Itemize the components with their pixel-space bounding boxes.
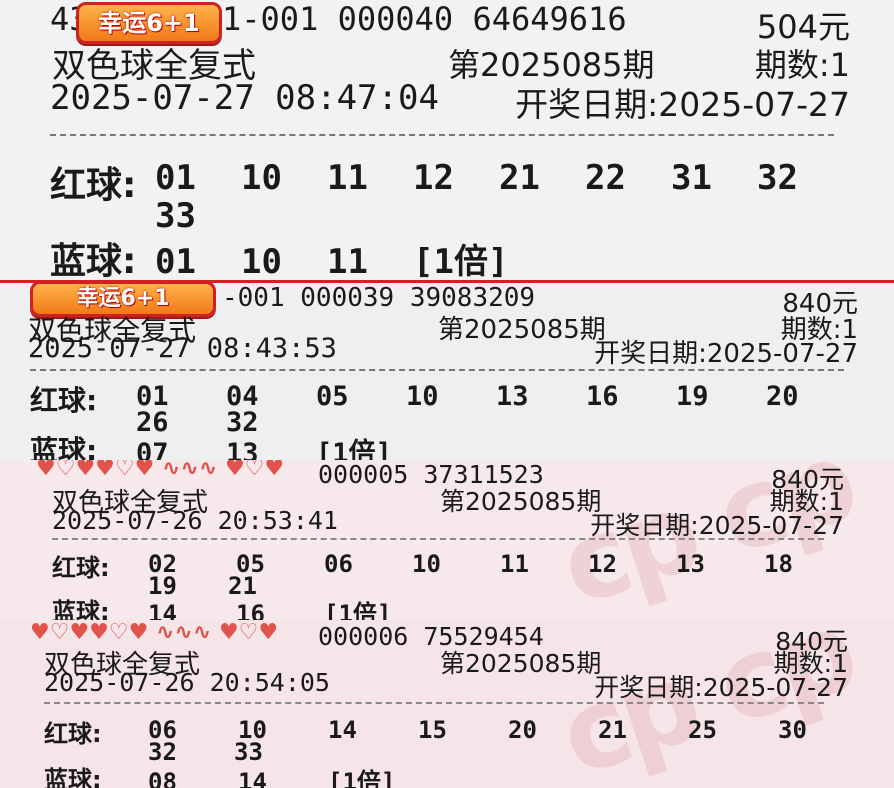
red-ball: 20 xyxy=(508,716,537,744)
blue-ball: 01 xyxy=(155,242,196,280)
multiplier: [1倍] xyxy=(324,600,392,620)
ticket-1-datetime: 2025-07-27 08:47:04 xyxy=(50,78,439,118)
ticket-1: 43 幸运6+1 1-001 000040 64649616 504元 双色球全… xyxy=(0,0,894,280)
blue-ball: 13 xyxy=(226,438,259,460)
ticket-1-red-balls: 01 10 11 12 21 22 31 32 xyxy=(155,158,817,198)
ticket-3-blue-balls: 14 16 [1倍] xyxy=(148,594,391,620)
ticket-3-draw-date: 开奖日期:2025-07-27 xyxy=(590,511,844,540)
blue-ball: 14 xyxy=(238,768,267,788)
ticket-3: cp cp ♥♡♥♥♡♥ ∿∿∿ ♥♡♥ 000005 37311523 840… xyxy=(0,460,894,620)
blue-ball: 16 xyxy=(236,600,265,620)
ticket-4-datetime: 2025-07-26 20:54:05 xyxy=(44,668,330,697)
red-ball: 14 xyxy=(328,716,357,744)
red-ball: 01 xyxy=(155,158,196,198)
multiplier: [1倍] xyxy=(413,242,509,280)
ticket-1-red-label: 红球: xyxy=(50,165,137,206)
divider xyxy=(44,702,824,704)
red-ball: 22 xyxy=(585,158,626,198)
ticket-2-datetime: 2025-07-27 08:43:53 xyxy=(28,333,337,364)
ticket-4-blue-balls: 08 14 [1倍] xyxy=(148,762,395,788)
blue-ball: 14 xyxy=(148,600,177,620)
heart-decoration-icon: ♥♡♥♥♡♥ ∿∿∿ ♥♡♥ xyxy=(30,620,279,645)
red-ball: 25 xyxy=(688,716,717,744)
ticket-3-blue-label: 蓝球: xyxy=(52,598,110,620)
red-ball: 06 xyxy=(324,550,353,578)
heart-decoration-icon: ♥♡♥♥♡♥ ∿∿∿ ♥♡♥ xyxy=(36,460,285,481)
red-ball: 31 xyxy=(671,158,712,198)
blue-ball: 11 xyxy=(327,242,368,280)
red-ball: 11 xyxy=(327,158,368,198)
ticket-1-blue-label: 蓝球: xyxy=(50,241,137,280)
multiplier: [1倍] xyxy=(328,768,396,788)
red-ball: 11 xyxy=(500,550,529,578)
red-ball: 21 xyxy=(499,158,540,198)
red-ball: 12 xyxy=(413,158,454,198)
red-ball: 19 xyxy=(676,381,709,412)
divider xyxy=(50,134,834,136)
ticket-4-draw-date: 开奖日期:2025-07-27 xyxy=(594,673,848,702)
ticket-4-blue-label: 蓝球: xyxy=(44,766,102,788)
red-ball: 10 xyxy=(241,158,282,198)
blue-ball: 10 xyxy=(241,242,282,280)
red-ball: 13 xyxy=(496,381,529,412)
ticket-1-serial: 1-001 000040 64649616 xyxy=(222,0,627,38)
red-ball: 16 xyxy=(586,381,619,412)
ticket-2: 幸运6+1 -001 000039 39083209 840元 双色球全复式 第… xyxy=(0,280,894,460)
ticket-4-issue: 第2025085期 xyxy=(440,649,602,678)
multiplier: [1倍] xyxy=(316,438,392,460)
red-ball: 15 xyxy=(418,716,447,744)
red-ball: 13 xyxy=(676,550,705,578)
ticket-4-red-label: 红球: xyxy=(44,720,102,748)
red-ball: 10 xyxy=(412,550,441,578)
ticket-1-draw-date: 开奖日期:2025-07-27 xyxy=(515,85,850,124)
ticket-4: cp cp ♥♡♥♥♡♥ ∿∿∿ ♥♡♥ 000006 75529454 840… xyxy=(0,620,894,788)
blue-ball: 07 xyxy=(136,438,169,460)
ticket-2-blue-balls: 07 13 [1倍] xyxy=(136,431,392,460)
red-ball: 33 xyxy=(155,196,196,236)
ticket-3-issue: 第2025085期 xyxy=(440,487,602,516)
divider xyxy=(30,369,844,371)
blue-ball: 08 xyxy=(148,768,177,788)
ticket-2-blue-label: 蓝球: xyxy=(30,434,98,460)
red-ball: 05 xyxy=(316,381,349,412)
red-ball: 12 xyxy=(588,550,617,578)
red-ball: 18 xyxy=(764,550,793,578)
red-ball: 30 xyxy=(778,716,807,744)
ticket-2-red-label: 红球: xyxy=(30,384,98,417)
ticket-2-draw-date: 开奖日期:2025-07-27 xyxy=(594,339,858,369)
ticket-collage: 43 幸运6+1 1-001 000040 64649616 504元 双色球全… xyxy=(0,0,894,788)
red-ball: 32 xyxy=(757,158,798,198)
red-ball: 20 xyxy=(766,381,799,412)
ticket-2-issue: 第2025085期 xyxy=(438,315,606,345)
red-ball: 10 xyxy=(406,381,439,412)
ticket-1-blue-balls: 01 10 11 [1倍] xyxy=(155,234,508,280)
ticket-3-red-label: 红球: xyxy=(52,554,110,582)
red-ball: 21 xyxy=(598,716,627,744)
divider xyxy=(52,538,824,540)
ticket-3-datetime: 2025-07-26 20:53:41 xyxy=(52,506,338,535)
